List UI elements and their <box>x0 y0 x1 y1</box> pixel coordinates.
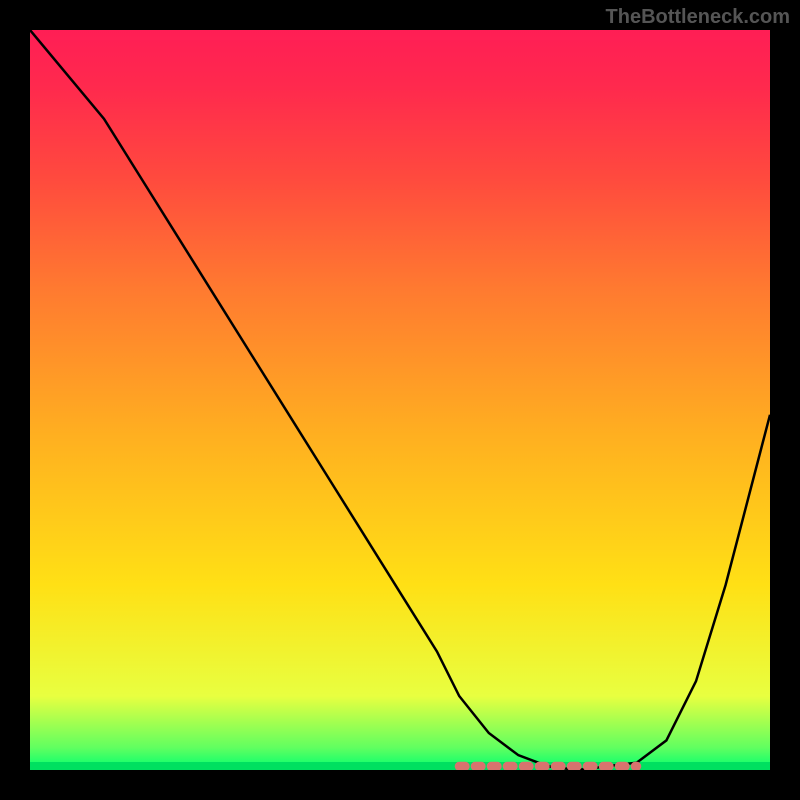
plot-area <box>30 30 770 770</box>
chart-svg <box>30 30 770 770</box>
curve-line <box>30 30 770 770</box>
watermark-text: TheBottleneck.com <box>606 6 790 29</box>
